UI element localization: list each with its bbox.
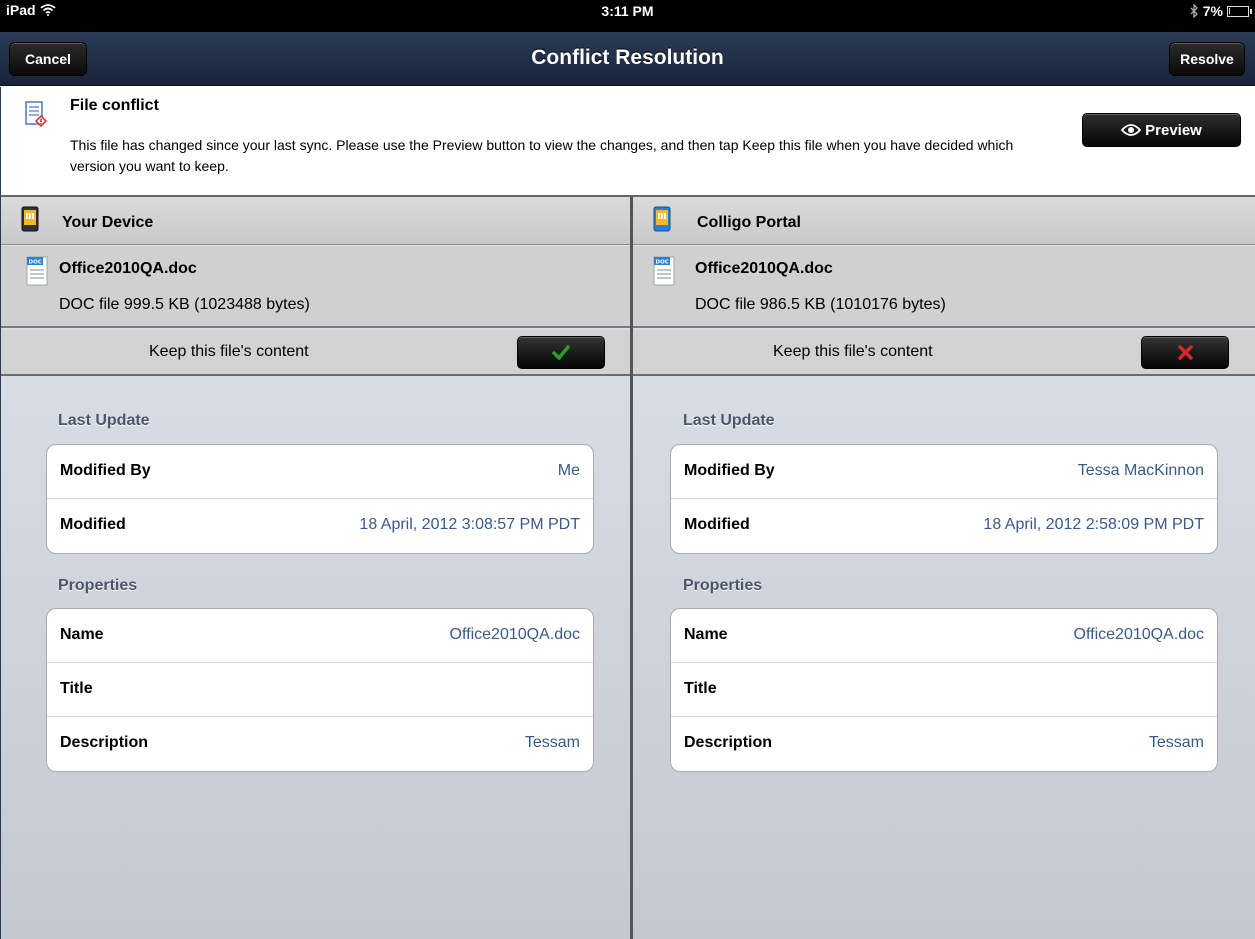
properties-title: Properties	[58, 577, 138, 594]
local-version-panel: Your Device DOC Office2010QA.doc DOC fil…	[0, 197, 630, 939]
page-title: Conflict Resolution	[531, 46, 724, 69]
last-update-group: Modified By Me Modified 18 April, 2012 3…	[46, 444, 594, 554]
status-bar: iPad 3:11 PM 7%	[0, 0, 1255, 32]
source-header: Colligo Portal	[633, 197, 1255, 245]
table-row: Name Office2010QA.doc	[671, 609, 1217, 663]
source-name: Colligo Portal	[697, 214, 801, 231]
keep-label: Keep this file's content	[773, 343, 933, 360]
server-version-panel: Colligo Portal DOC Office2010QA.doc DOC …	[633, 197, 1255, 939]
portal-icon	[653, 206, 671, 232]
bluetooth-icon	[1190, 4, 1198, 18]
doc-file-icon: DOC	[653, 256, 675, 286]
eye-icon	[1121, 124, 1142, 136]
keep-label: Keep this file's content	[149, 343, 309, 360]
svg-text:DOC: DOC	[656, 260, 669, 266]
file-info: DOC Office2010QA.doc DOC file 999.5 KB (…	[1, 246, 630, 328]
preview-button[interactable]: Preview	[1082, 113, 1241, 147]
table-row: Modified 18 April, 2012 2:58:09 PM PDT	[671, 499, 1217, 553]
conflict-banner: File conflict This file has changed sinc…	[0, 87, 1255, 197]
file-info: DOC Office2010QA.doc DOC file 986.5 KB (…	[633, 246, 1255, 328]
keep-bar: Keep this file's content	[1, 330, 630, 376]
checkmark-icon	[552, 345, 570, 360]
preview-label: Preview	[1145, 121, 1202, 139]
row-value: Me	[557, 462, 580, 479]
device-name: iPad	[6, 2, 36, 18]
row-value: Tessa MacKinnon	[1077, 462, 1204, 479]
row-value: 18 April, 2012 3:08:57 PM PDT	[359, 516, 580, 533]
doc-file-icon: DOC	[26, 256, 48, 286]
file-details: DOC file 999.5 KB (1023488 bytes)	[59, 296, 310, 313]
properties-group: Name Office2010QA.doc Title Description …	[46, 608, 594, 772]
keep-toggle-button[interactable]	[1141, 336, 1229, 369]
battery-icon	[1227, 5, 1252, 17]
table-row: Modified By Me	[47, 445, 593, 499]
row-label: Modified By	[684, 462, 775, 479]
row-label: Name	[60, 626, 104, 643]
resolve-button[interactable]: Resolve	[1169, 42, 1245, 76]
conflict-heading: File conflict	[70, 97, 159, 114]
file-name: Office2010QA.doc	[59, 260, 197, 277]
last-update-title: Last Update	[58, 412, 150, 429]
document-conflict-icon	[25, 101, 47, 128]
row-value: Tessam	[1148, 734, 1204, 751]
table-row: Description Tessam	[47, 717, 593, 771]
row-label: Name	[684, 626, 728, 643]
navigation-bar: Cancel Conflict Resolution Resolve	[0, 32, 1255, 86]
svg-text:DOC: DOC	[29, 260, 42, 266]
clock: 3:11 PM	[601, 3, 654, 19]
wifi-icon	[39, 4, 56, 16]
row-value: Office2010QA.doc	[1073, 626, 1204, 643]
row-label: Modified	[684, 516, 750, 533]
keep-toggle-button[interactable]	[517, 336, 605, 369]
last-update-title: Last Update	[683, 412, 775, 429]
table-row: Title	[671, 663, 1217, 717]
row-value: Office2010QA.doc	[449, 626, 580, 643]
file-name: Office2010QA.doc	[695, 260, 833, 277]
table-row: Name Office2010QA.doc	[47, 609, 593, 663]
source-name: Your Device	[62, 214, 154, 231]
device-icon	[21, 206, 39, 232]
properties-title: Properties	[683, 577, 763, 594]
table-row: Modified By Tessa MacKinnon	[671, 445, 1217, 499]
file-details: DOC file 986.5 KB (1010176 bytes)	[695, 296, 946, 313]
table-row: Modified 18 April, 2012 3:08:57 PM PDT	[47, 499, 593, 553]
row-value: 18 April, 2012 2:58:09 PM PDT	[983, 516, 1204, 533]
row-value: Tessam	[524, 734, 580, 751]
conflict-message: This file has changed since your last sy…	[70, 137, 1014, 174]
row-label: Modified By	[60, 462, 151, 479]
row-label: Title	[684, 680, 717, 697]
row-label: Modified	[60, 516, 126, 533]
last-update-group: Modified By Tessa MacKinnon Modified 18 …	[670, 444, 1218, 554]
battery-percent: 7%	[1202, 3, 1223, 19]
keep-bar: Keep this file's content	[633, 330, 1255, 376]
source-header: Your Device	[1, 197, 630, 245]
row-label: Title	[60, 680, 93, 697]
row-label: Description	[60, 734, 149, 751]
table-row: Title	[47, 663, 593, 717]
properties-group: Name Office2010QA.doc Title Description …	[670, 608, 1218, 772]
cross-icon	[1177, 345, 1193, 360]
row-label: Description	[684, 734, 773, 751]
table-row: Description Tessam	[671, 717, 1217, 771]
